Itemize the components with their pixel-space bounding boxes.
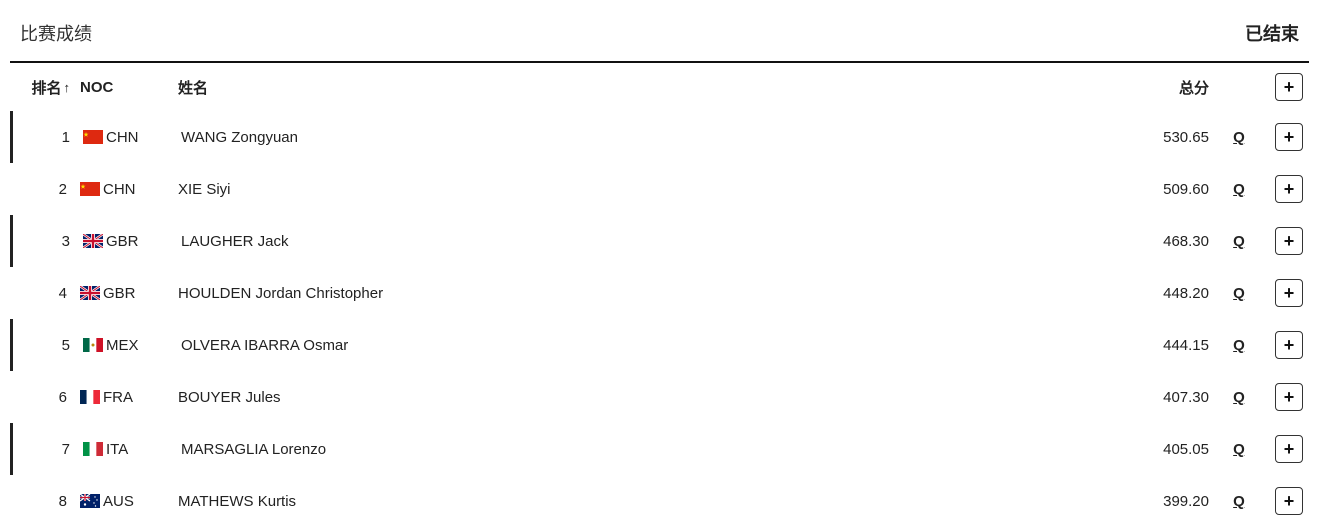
rank-cell: 7	[13, 441, 73, 458]
expand-row-button[interactable]: +	[1275, 123, 1303, 151]
status-label: 已结束	[1245, 20, 1299, 46]
header-rank-label: 排名	[31, 77, 61, 98]
total-score: 468.30	[1119, 233, 1209, 250]
expand-cell: +	[1269, 227, 1309, 255]
expand-cell: +	[1269, 435, 1309, 463]
table-row: 4 GBR HOULDEN Jordan Christopher448.20Q +	[10, 267, 1309, 319]
expand-cell: +	[1269, 279, 1309, 307]
qualify-badge: Q	[1209, 285, 1269, 302]
athlete-name[interactable]: XIE Siyi	[160, 181, 1119, 198]
noc-cell: GBR	[73, 233, 163, 250]
total-score: 530.65	[1119, 129, 1209, 146]
header-total: 总分	[1119, 77, 1209, 98]
expand-row-button[interactable]: +	[1275, 383, 1303, 411]
expand-cell: +	[1269, 123, 1309, 151]
expand-cell: +	[1269, 331, 1309, 359]
header-noc: NOC	[70, 79, 160, 96]
qualify-badge: Q	[1209, 493, 1269, 510]
total-score: 405.05	[1119, 441, 1209, 458]
expand-row-button[interactable]: +	[1275, 227, 1303, 255]
flag-icon	[80, 390, 100, 404]
table-row: 8 AUS MATHEWS Kurtis399.20Q +	[10, 475, 1309, 527]
noc-cell: AUS	[70, 493, 160, 510]
flag-icon	[83, 338, 103, 352]
expand-cell: +	[1269, 383, 1309, 411]
title-bar: 比赛成绩 已结束	[10, 20, 1309, 63]
noc-code: MEX	[106, 337, 139, 354]
noc-code: FRA	[103, 389, 133, 406]
flag-icon	[83, 442, 103, 456]
expand-row-button[interactable]: +	[1275, 279, 1303, 307]
expand-all-button[interactable]: +	[1275, 73, 1303, 101]
expand-cell: +	[1269, 175, 1309, 203]
total-score: 509.60	[1119, 181, 1209, 198]
expand-row-button[interactable]: +	[1275, 435, 1303, 463]
flag-icon	[80, 494, 100, 508]
total-score: 399.20	[1119, 493, 1209, 510]
rank-cell: 1	[13, 129, 73, 146]
athlete-name[interactable]: WANG Zongyuan	[163, 129, 1119, 146]
rank-cell: 5	[13, 337, 73, 354]
qualify-badge: Q	[1209, 337, 1269, 354]
qualify-badge: Q	[1209, 233, 1269, 250]
noc-code: CHN	[106, 129, 139, 146]
expand-cell: +	[1269, 487, 1309, 515]
noc-code: AUS	[103, 493, 134, 510]
athlete-name[interactable]: MATHEWS Kurtis	[160, 493, 1119, 510]
total-score: 448.20	[1119, 285, 1209, 302]
qualify-badge: Q	[1209, 441, 1269, 458]
header-name: 姓名	[160, 77, 1119, 98]
athlete-name[interactable]: HOULDEN Jordan Christopher	[160, 285, 1119, 302]
athlete-name[interactable]: OLVERA IBARRA Osmar	[163, 337, 1119, 354]
athlete-name[interactable]: BOUYER Jules	[160, 389, 1119, 406]
noc-cell: CHN	[73, 129, 163, 146]
noc-cell: CHN	[70, 181, 160, 198]
athlete-name[interactable]: MARSAGLIA Lorenzo	[163, 441, 1119, 458]
total-score: 407.30	[1119, 389, 1209, 406]
rank-cell: 3	[13, 233, 73, 250]
flag-icon	[80, 286, 100, 300]
qualify-badge: Q	[1209, 389, 1269, 406]
qualify-badge: Q	[1209, 181, 1269, 198]
athlete-name[interactable]: LAUGHER Jack	[163, 233, 1119, 250]
noc-code: GBR	[103, 285, 136, 302]
expand-row-button[interactable]: +	[1275, 175, 1303, 203]
table-row: 7 ITA MARSAGLIA Lorenzo405.05Q +	[10, 423, 1309, 475]
flag-icon	[83, 234, 103, 248]
table-row: 5 MEX OLVERA IBARRA Osmar444.15Q +	[10, 319, 1309, 371]
table-row: 1 CHN WANG Zongyuan530.65Q +	[10, 111, 1309, 163]
results-body: 1CHNWANG Zongyuan530.65Q+2CHNXIE Siyi509…	[10, 111, 1309, 527]
noc-code: GBR	[106, 233, 139, 250]
flag-icon	[83, 130, 103, 144]
noc-cell: MEX	[73, 337, 163, 354]
noc-cell: ITA	[73, 441, 163, 458]
expand-row-button[interactable]: +	[1275, 487, 1303, 515]
expand-row-button[interactable]: +	[1275, 331, 1303, 359]
rank-cell: 4	[10, 285, 70, 302]
flag-icon	[80, 182, 100, 196]
noc-code: CHN	[103, 181, 136, 198]
rank-cell: 6	[10, 389, 70, 406]
table-row: 2 CHN XIE Siyi509.60Q +	[10, 163, 1309, 215]
noc-code: ITA	[106, 441, 128, 458]
total-score: 444.15	[1119, 337, 1209, 354]
rank-cell: 2	[10, 181, 70, 198]
noc-cell: GBR	[70, 285, 160, 302]
noc-cell: FRA	[70, 389, 160, 406]
table-row: 3 GBR LAUGHER Jack468.30Q +	[10, 215, 1309, 267]
page-title: 比赛成绩	[20, 20, 92, 46]
header-rank[interactable]: 排名 ↑	[10, 77, 70, 98]
rank-cell: 8	[10, 493, 70, 510]
table-row: 6 FRA BOUYER Jules407.30Q +	[10, 371, 1309, 423]
qualify-badge: Q	[1209, 129, 1269, 146]
table-header: 排名 ↑ NOC 姓名 总分 +	[10, 63, 1309, 111]
